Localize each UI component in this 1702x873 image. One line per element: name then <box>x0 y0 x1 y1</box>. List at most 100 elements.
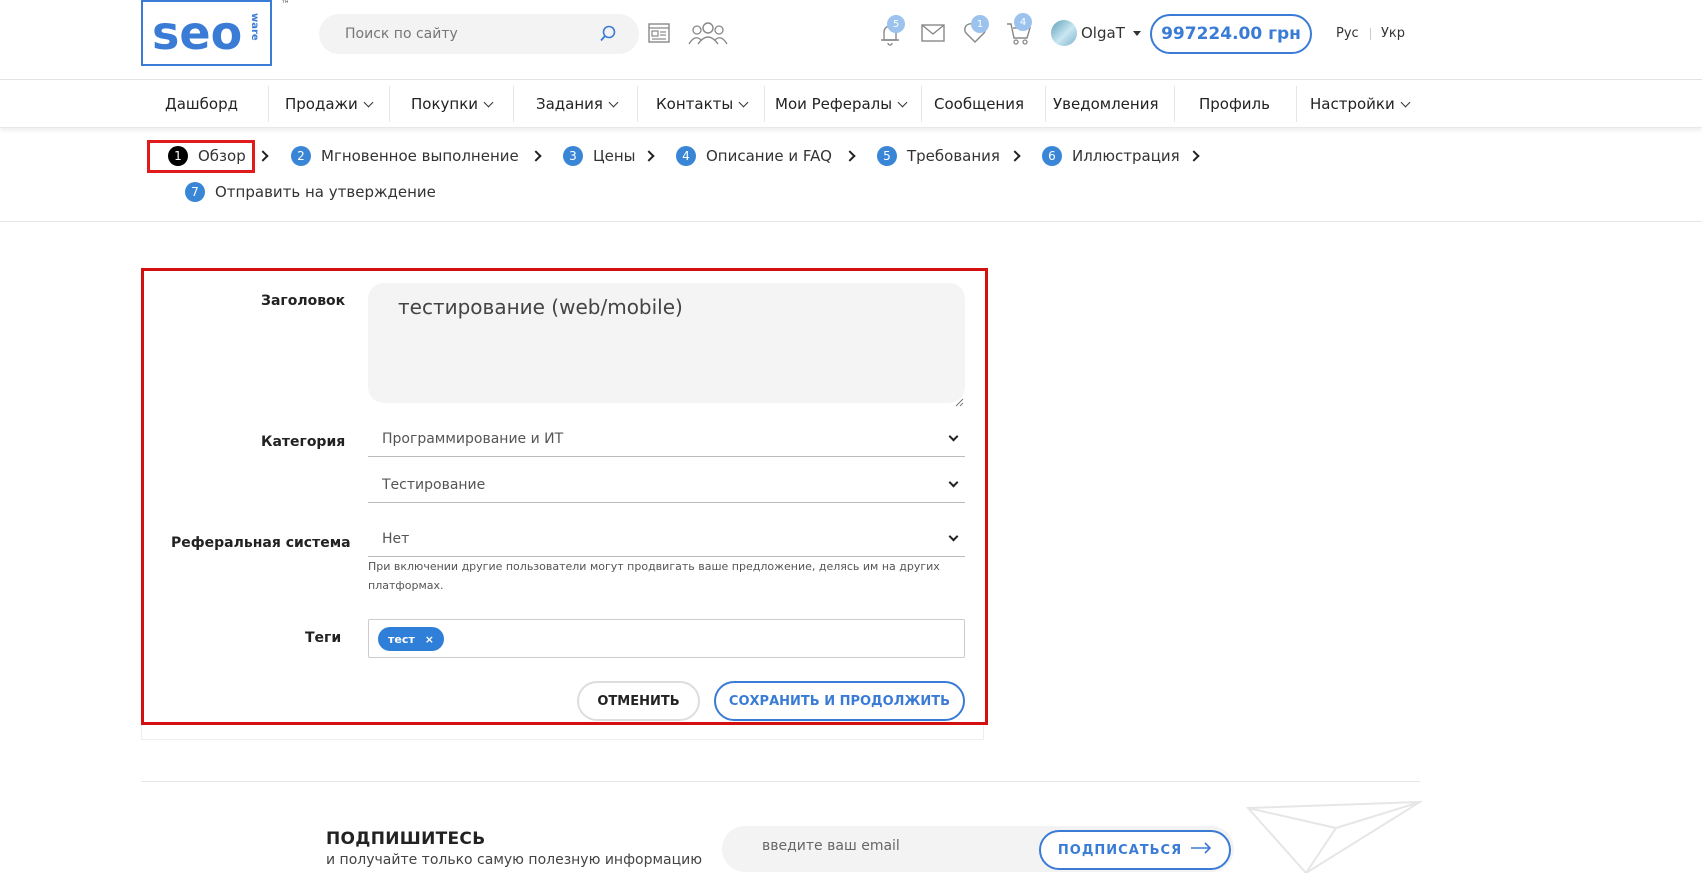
active-step-highlight <box>147 140 255 173</box>
nav-item-messages[interactable]: Сообщения <box>934 80 1024 128</box>
cancel-button[interactable]: ОТМЕНИТЬ <box>577 681 700 721</box>
caret-down-icon <box>1132 30 1141 36</box>
notifications-badge: 5 <box>887 15 905 33</box>
lang-ru-link[interactable]: Рус <box>1336 26 1359 41</box>
footer-divider <box>141 781 1420 782</box>
wizard-steps: 1 Обзор 2 Мгновенное выполнение 3 Цены 4… <box>0 128 1702 222</box>
nav-item-notifications[interactable]: Уведомления <box>1053 80 1158 128</box>
step-instant[interactable]: 2 Мгновенное выполнение <box>291 145 519 167</box>
chevron-down-icon <box>1400 97 1411 107</box>
nav-divider <box>764 86 765 122</box>
step-label: Требования <box>907 147 1000 165</box>
main-nav: Дашборд Продажи Покупки Задания Контакты… <box>0 80 1702 128</box>
remove-tag-icon[interactable]: × <box>425 633 434 646</box>
favorites-badge: 1 <box>971 15 989 33</box>
arrow-right-icon <box>1190 842 1212 858</box>
save-continue-button[interactable]: СОХРАНИТЬ И ПРОДОЛЖИТЬ <box>714 681 965 721</box>
step-submit-approval[interactable]: 7 Отправить на утверждение <box>185 181 436 203</box>
step-number: 7 <box>185 182 205 202</box>
step-requirements[interactable]: 5 Требования <box>877 145 1000 167</box>
referral-value: Нет <box>382 530 410 547</box>
lang-divider <box>1370 28 1371 40</box>
seoware-logo[interactable]: seo ware <box>141 0 272 66</box>
nav-divider <box>1045 86 1046 122</box>
referral-select[interactable]: Нет <box>368 521 965 557</box>
tag-chip[interactable]: тест × <box>378 627 444 651</box>
user-menu[interactable]: OlgaT <box>1051 20 1141 46</box>
nav-item-referrals[interactable]: Мои Рефералы <box>775 80 908 128</box>
svg-text:seo: seo <box>152 6 242 60</box>
nav-item-tasks[interactable]: Задания <box>536 80 619 128</box>
email-input[interactable] <box>762 838 1022 854</box>
step-label: Мгновенное выполнение <box>321 147 519 165</box>
title-textarea[interactable]: тестирование (web/mobile) <box>368 283 965 403</box>
nav-item-settings[interactable]: Настройки <box>1310 80 1411 128</box>
chevron-right-icon <box>1009 150 1021 162</box>
nav-divider <box>637 86 638 122</box>
site-search[interactable] <box>319 14 639 54</box>
step-illustration[interactable]: 6 Иллюстрация <box>1042 145 1180 167</box>
nav-divider <box>921 86 922 122</box>
nav-item-dashboard[interactable]: Дашборд <box>165 80 238 128</box>
nav-item-purchases[interactable]: Покупки <box>411 80 494 128</box>
nav-divider <box>1174 86 1175 122</box>
search-icon[interactable] <box>599 25 617 47</box>
mail-icon[interactable] <box>921 24 945 46</box>
search-input[interactable] <box>345 26 585 42</box>
avatar <box>1051 20 1077 46</box>
svg-text:ware: ware <box>249 13 260 41</box>
step-number: 6 <box>1042 146 1062 166</box>
chevron-down-icon <box>738 97 749 107</box>
chevron-down-icon <box>483 97 494 107</box>
tags-label: Теги <box>305 630 342 646</box>
step-label: Иллюстрация <box>1072 147 1180 165</box>
chevron-down-icon <box>948 531 959 542</box>
tag-label: тест <box>388 632 415 646</box>
chevron-down-icon <box>897 97 908 107</box>
subcategory-value: Тестирование <box>382 476 486 493</box>
nav-item-profile[interactable]: Профиль <box>1199 80 1270 128</box>
tags-input[interactable]: тест × <box>368 619 965 658</box>
subscribe-button-label: ПОДПИСАТЬСЯ <box>1057 842 1183 858</box>
news-icon[interactable] <box>648 22 670 48</box>
chevron-down-icon <box>363 97 374 107</box>
nav-item-contacts[interactable]: Контакты <box>656 80 749 128</box>
paper-plane-icon <box>1245 798 1424 873</box>
subcategory-select[interactable]: Тестирование <box>368 467 965 503</box>
subscribe-button[interactable]: ПОДПИСАТЬСЯ <box>1039 830 1231 870</box>
title-label: Заголовок <box>261 293 346 309</box>
users-group-icon[interactable] <box>688 20 728 50</box>
resize-grip-icon[interactable] <box>954 392 964 411</box>
step-number: 3 <box>563 146 583 166</box>
step-label: Отправить на утверждение <box>215 183 436 201</box>
step-label: Описание и FAQ <box>706 147 832 165</box>
step-number: 5 <box>877 146 897 166</box>
referral-label: Реферальная система <box>171 535 351 551</box>
trademark: ™ <box>281 0 290 10</box>
referral-hint: При включении другие пользователи могут … <box>368 560 940 592</box>
chevron-down-icon <box>608 97 619 107</box>
site-header: seo ware ™ 5 1 4 OlgaT 997224.00 грн Рус… <box>0 0 1702 80</box>
step-prices[interactable]: 3 Цены <box>563 145 636 167</box>
chevron-right-icon <box>530 150 542 162</box>
nav-divider <box>268 86 269 122</box>
balance-button[interactable]: 997224.00 грн <box>1150 14 1312 54</box>
chevron-right-icon <box>1188 150 1200 162</box>
chevron-down-icon <box>948 431 959 442</box>
chevron-right-icon <box>643 150 655 162</box>
subscribe-text: и получайте только самую полезную информ… <box>326 852 703 868</box>
cart-badge: 4 <box>1014 13 1032 31</box>
form-card-bottom <box>141 725 984 740</box>
logo-graphic: seo ware <box>152 6 260 60</box>
username: OlgaT <box>1081 24 1125 42</box>
nav-divider <box>513 86 514 122</box>
category-select[interactable]: Программирование и ИТ <box>368 421 965 457</box>
step-description-faq[interactable]: 4 Описание и FAQ <box>676 145 832 167</box>
chevron-down-icon <box>948 477 959 488</box>
chevron-right-icon <box>257 150 269 162</box>
subscribe-title: ПОДПИШИТЕСЬ <box>326 829 486 849</box>
lang-uk-link[interactable]: Укр <box>1381 26 1405 41</box>
chevron-right-icon <box>844 150 856 162</box>
step-label: Цены <box>593 147 636 165</box>
nav-item-sales[interactable]: Продажи <box>285 80 374 128</box>
